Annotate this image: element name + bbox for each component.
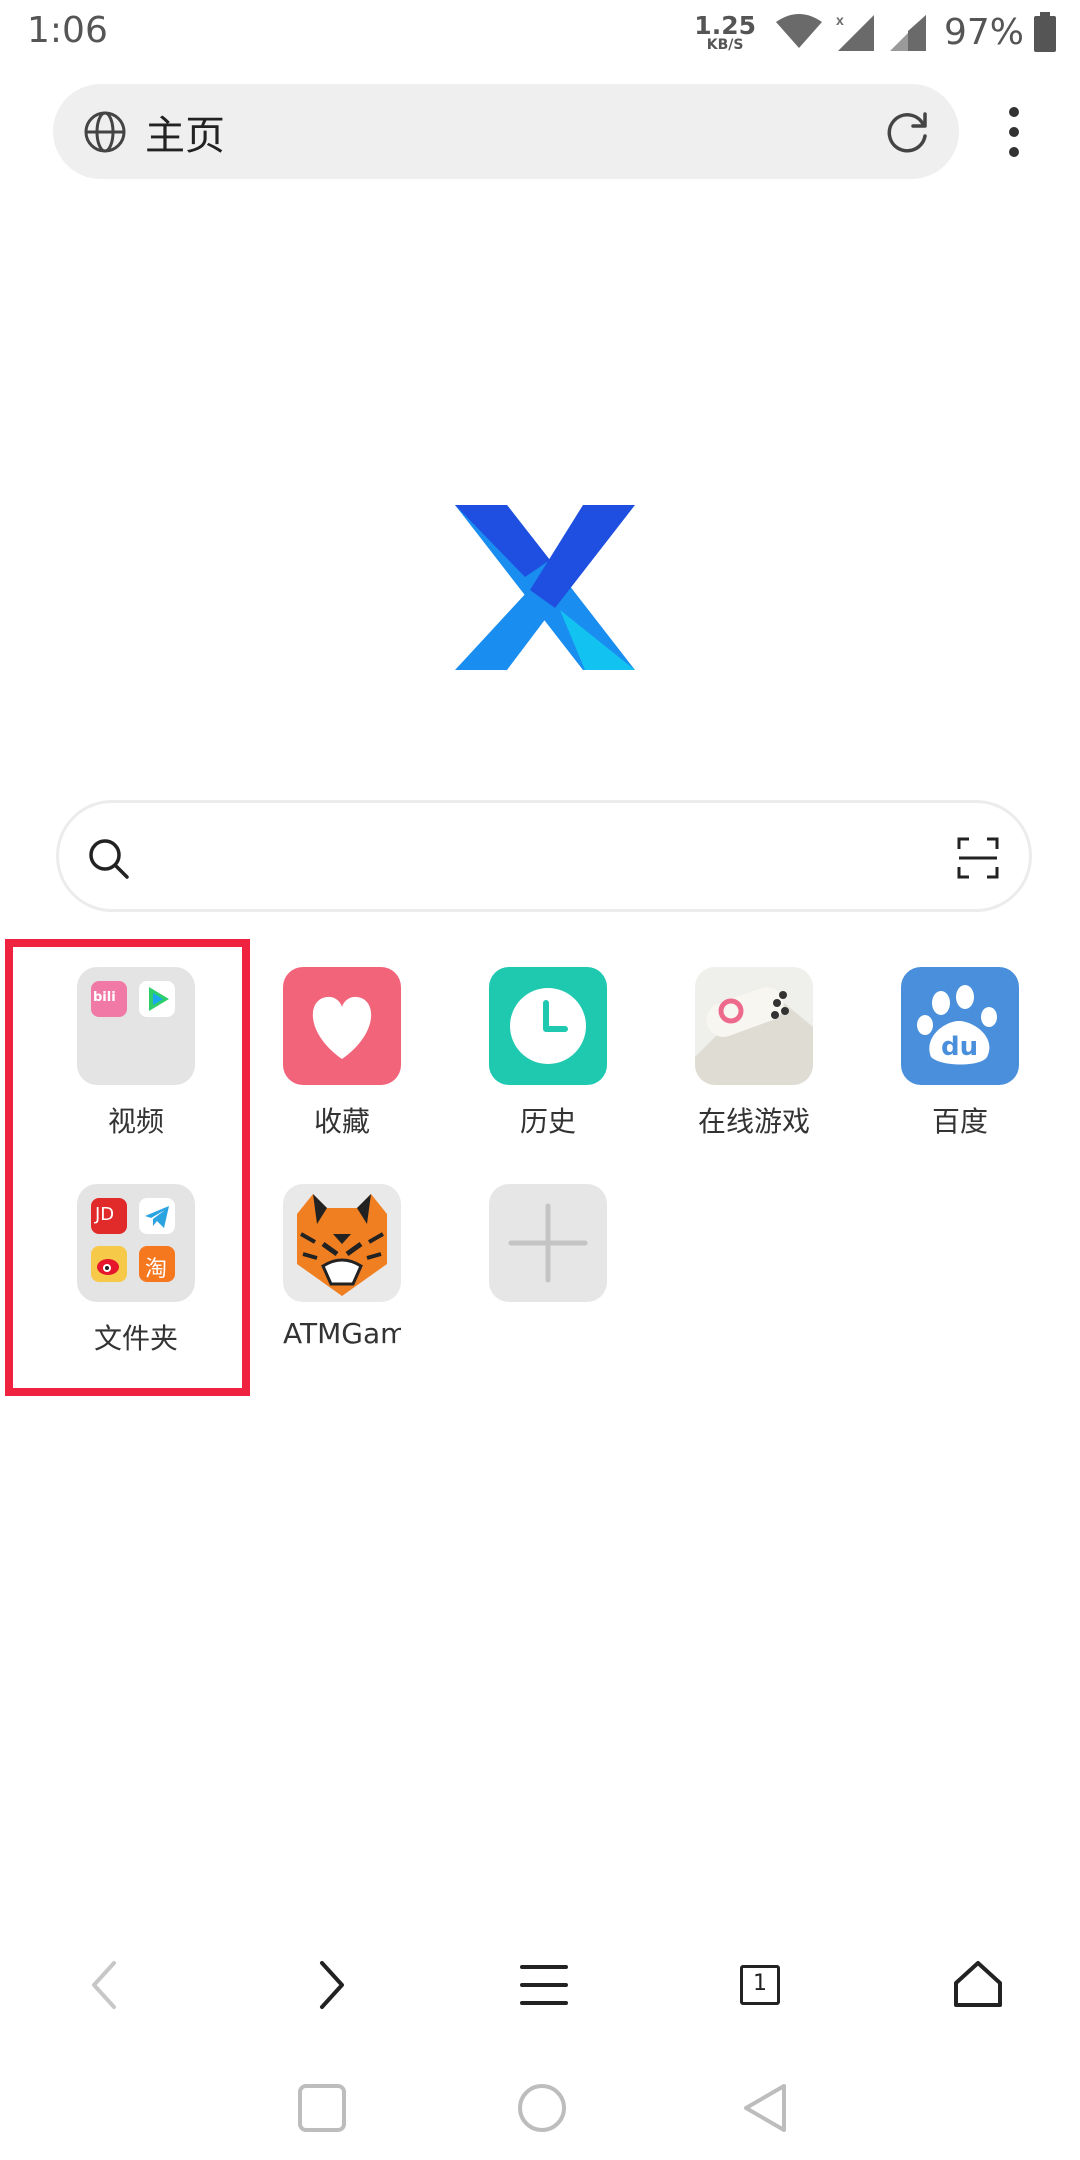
cell-signal-icon: x xyxy=(836,12,874,51)
tencent-video-icon xyxy=(139,981,175,1017)
heart-icon xyxy=(312,996,372,1059)
shortcut-label: ATMGam xyxy=(283,1317,401,1350)
menu-icon[interactable] xyxy=(514,1955,574,2015)
address-bar[interactable]: 主页 xyxy=(53,84,959,179)
forward-icon[interactable] xyxy=(300,1955,360,2015)
shortcut-label: 在线游戏 xyxy=(697,1105,810,1138)
battery-icon xyxy=(1034,12,1056,52)
status-time: 1:06 xyxy=(27,10,108,51)
shortcut-label: 历史 xyxy=(519,1105,576,1138)
page-title: 主页 xyxy=(145,112,225,159)
shortcut-label: 视频 xyxy=(107,1105,164,1138)
more-vert-icon[interactable] xyxy=(1001,106,1027,158)
tabs-button[interactable]: 1 xyxy=(730,1955,790,2015)
tab-count: 1 xyxy=(753,1971,767,1996)
shortcut-folder-video[interactable]: bili xyxy=(77,967,195,1085)
reload-icon[interactable] xyxy=(883,108,931,156)
add-icon xyxy=(508,1203,588,1283)
recents-icon[interactable] xyxy=(294,2080,350,2136)
scan-icon[interactable] xyxy=(957,837,999,879)
tiger-icon xyxy=(297,1194,387,1296)
battery-percent: 97% xyxy=(943,11,1024,53)
shortcut-online-games[interactable] xyxy=(695,967,813,1085)
search-icon xyxy=(89,839,129,879)
weibo-icon xyxy=(91,1246,127,1282)
x-browser-logo xyxy=(455,505,635,670)
net-speed-unit: KB/S xyxy=(706,36,744,53)
search-box[interactable] xyxy=(56,800,1032,912)
shortcut-folder[interactable]: JD 淘 xyxy=(77,1184,195,1302)
add-shortcut-button[interactable] xyxy=(489,1184,607,1302)
globe-icon xyxy=(84,111,126,152)
back-icon[interactable] xyxy=(76,1955,136,2015)
baidu-paw-icon: du xyxy=(917,985,997,1065)
svg-text:x: x xyxy=(836,12,844,28)
clock-icon xyxy=(510,988,586,1064)
shortcut-baidu[interactable]: du xyxy=(901,967,1019,1085)
status-icons: 1.25 KB/S x 97% xyxy=(694,8,1056,56)
shortcut-label: 百度 xyxy=(931,1105,988,1138)
bilibili-icon: bili xyxy=(91,981,127,1017)
jd-icon: JD xyxy=(91,1198,127,1234)
net-speed-value: 1.25 xyxy=(694,10,756,40)
shortcut-label: 文件夹 xyxy=(93,1322,178,1355)
net-speed: 1.25 KB/S xyxy=(694,13,756,52)
home-icon[interactable] xyxy=(948,1955,1008,2015)
shortcut-favorites[interactable] xyxy=(283,967,401,1085)
home-circle-icon[interactable] xyxy=(514,2080,570,2136)
shortcut-atmgam[interactable] xyxy=(283,1184,401,1302)
cell-signal-icon xyxy=(889,15,926,51)
wifi-icon xyxy=(775,14,822,48)
svg-text:du: du xyxy=(941,1032,978,1062)
game-controller-icon xyxy=(695,987,813,1085)
shortcut-label: 收藏 xyxy=(313,1105,370,1138)
telegram-icon xyxy=(139,1198,175,1234)
back-triangle-icon[interactable] xyxy=(738,2080,794,2136)
taobao-icon: 淘 xyxy=(139,1246,175,1282)
shortcut-history[interactable] xyxy=(489,967,607,1085)
